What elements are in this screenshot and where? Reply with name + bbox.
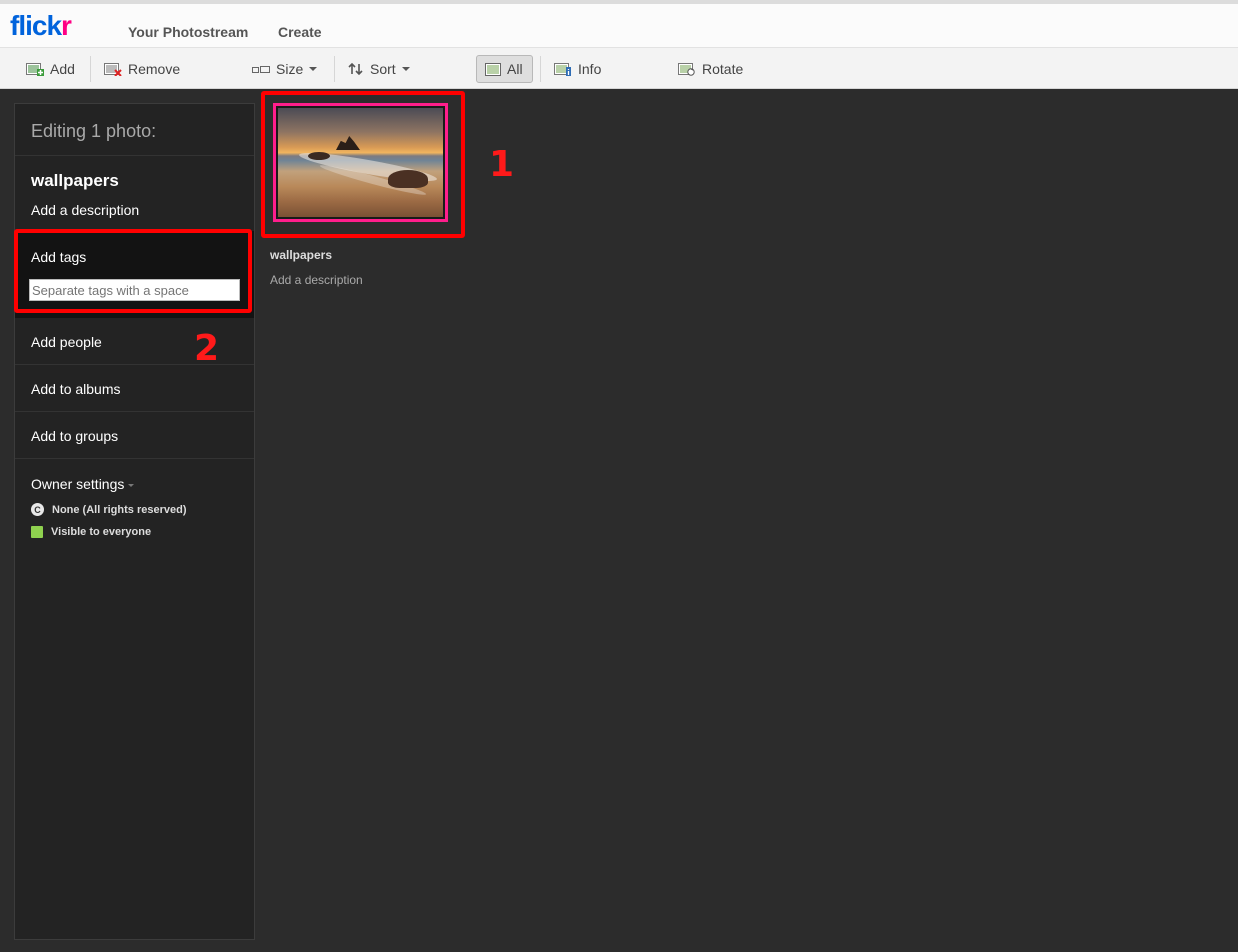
sort-icon <box>348 62 363 76</box>
license-setting[interactable]: C None (All rights reserved) <box>31 503 186 516</box>
highlight-box-tags <box>14 229 252 313</box>
add-label: Add <box>50 61 75 77</box>
size-dropdown[interactable]: Size <box>252 56 318 82</box>
add-people-label: Add people <box>31 334 102 350</box>
visibility-label: Visible to everyone <box>51 526 152 538</box>
organizr-toolbar: Add Remove Size Sort All Info Rotate <box>0 48 1238 89</box>
visibility-icon <box>31 526 43 538</box>
size-label: Size <box>276 61 304 77</box>
info-icon <box>554 63 571 76</box>
all-label: All <box>507 61 523 77</box>
editing-heading: Editing 1 photo: <box>15 104 254 156</box>
sort-dropdown[interactable]: Sort <box>348 56 410 82</box>
add-to-groups-label: Add to groups <box>31 428 119 444</box>
chevron-down-icon <box>309 67 318 71</box>
nav-create[interactable]: Create <box>278 24 322 40</box>
info-toggle[interactable]: Info <box>554 56 601 82</box>
toolbar-divider <box>90 56 91 82</box>
rotate-icon <box>678 63 695 76</box>
chevron-down-icon <box>401 67 410 71</box>
flickr-logo[interactable]: flickr <box>10 10 72 42</box>
view-all-toggle[interactable]: All <box>476 55 533 83</box>
chevron-down-icon <box>128 483 135 487</box>
annotation-number-2: 2 <box>194 328 220 369</box>
add-to-albums-item[interactable]: Add to albums <box>15 365 254 412</box>
size-icon <box>252 66 270 73</box>
photo-caption-title[interactable]: wallpapers <box>270 248 332 262</box>
info-label: Info <box>578 61 602 77</box>
add-photo-icon <box>26 63 44 76</box>
photo-title-field[interactable]: wallpapers <box>31 171 119 191</box>
license-label: None (All rights reserved) <box>52 503 187 516</box>
add-to-albums-label: Add to albums <box>31 381 121 397</box>
visibility-setting[interactable]: Visible to everyone <box>31 526 151 538</box>
toolbar-divider <box>540 56 541 82</box>
nav-your-photostream[interactable]: Your Photostream <box>128 24 248 40</box>
rotate-button[interactable]: Rotate <box>678 56 743 82</box>
copyright-icon: C <box>31 503 44 516</box>
top-nav-bar: flickr Your Photostream Create <box>0 0 1238 48</box>
add-description-field[interactable]: Add a description <box>31 202 139 218</box>
annotation-number-1: 1 <box>489 144 515 185</box>
rotate-label: Rotate <box>702 61 744 77</box>
sort-label: Sort <box>370 61 396 77</box>
highlight-box-photo <box>261 91 465 238</box>
owner-settings-label: Owner settings <box>31 476 125 492</box>
remove-label: Remove <box>128 61 181 77</box>
add-button[interactable]: Add <box>26 56 75 82</box>
remove-photo-icon <box>104 63 122 76</box>
add-to-groups-item[interactable]: Add to groups <box>15 412 254 459</box>
all-view-icon <box>485 62 501 76</box>
toolbar-divider <box>334 56 335 82</box>
owner-settings-toggle[interactable]: Owner settings <box>31 476 135 492</box>
remove-button[interactable]: Remove <box>104 56 180 82</box>
photo-caption-description[interactable]: Add a description <box>270 273 363 287</box>
